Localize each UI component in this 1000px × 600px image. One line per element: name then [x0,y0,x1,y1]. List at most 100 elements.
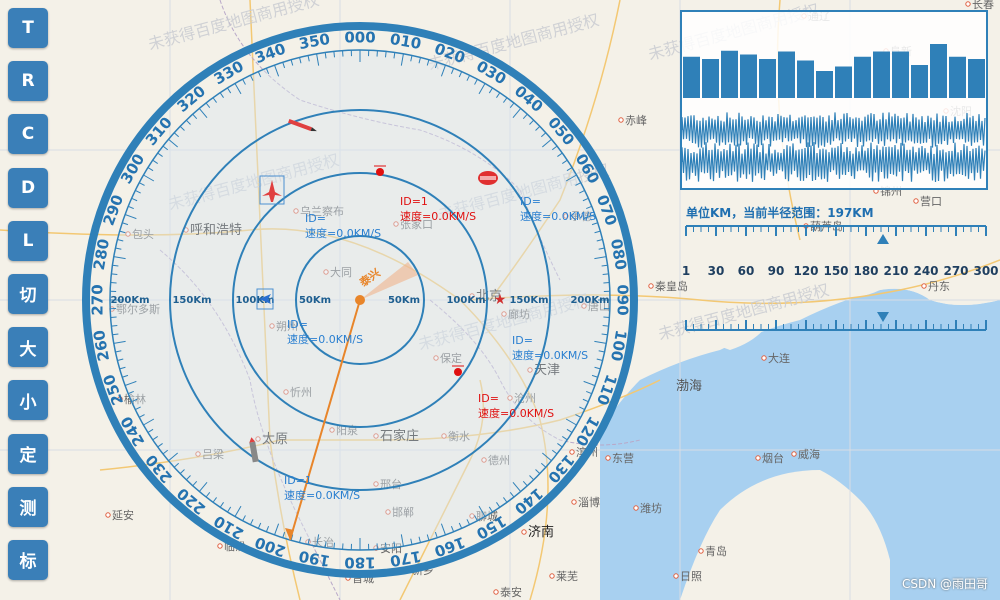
bearing-label: 090 [614,284,632,315]
city-label: 赤峰 [625,114,647,127]
scale-tick-label: 1 [682,264,690,278]
city-dot [105,512,111,518]
city-dot [791,451,797,457]
city-dot [569,449,575,455]
city-label: 莱芜 [556,569,578,583]
author-credit: CSDN @雨田哥 [901,577,988,591]
spectrum-bar [797,60,814,98]
signal-chart [681,44,986,182]
zoom-out-button[interactable]: 小 [8,380,48,421]
range-label: 150Km [172,295,211,306]
scale-ruler-top [685,225,987,244]
city-label: 济南 [528,524,554,540]
bearing-tick [111,325,118,327]
range-label: 200Km [570,295,609,306]
spectrum-bar [721,50,738,98]
target-speed: 速度=0.0KM/S [478,406,554,420]
t-button[interactable]: T [8,8,48,48]
spectrum-bar [740,54,757,98]
city-label: 延安 [112,508,134,522]
spectrum-bar [835,66,852,98]
tank-icon[interactable] [478,171,498,185]
city-label: 威海 [798,447,820,461]
c-button[interactable]: C [8,114,48,155]
range-label: 150Km [509,295,548,306]
spectrum-bar [759,59,776,98]
city-label: 青岛 [705,544,727,558]
city-label: 渤海 [676,378,702,394]
scale-tick-label: 150 [823,264,848,278]
r-button[interactable]: R [8,61,48,102]
measure-button[interactable]: 测 [8,486,48,527]
city-label: 潍坊 [640,501,662,515]
mark-button[interactable]: 标 [8,539,48,580]
spectrum-bar [778,51,795,98]
spectrum-bar [930,44,947,98]
city-dot [913,198,919,204]
sidebar-toolbar: TRCDL切大小定测标 [8,8,48,593]
target-speed: 速度=0.0KM/S [287,332,363,346]
target-speed: 速度=0.0KM/S [305,226,381,240]
d-button[interactable]: D [8,167,48,208]
spectrum-bar [911,65,928,98]
city-dot [965,1,971,7]
bearing-tick [602,273,609,275]
waveform [681,112,986,182]
range-label: 200Km [110,295,149,306]
range-label: 100Km [446,295,485,306]
spectrum-bar [816,71,833,98]
target-speed: 速度=0.0KM/S [512,348,588,362]
city-label: 大连 [768,351,790,365]
scale-tick-label: 30 [708,264,725,278]
radius-scale[interactable]: 1 30 60 90 120 150 180 210 240 270 300 [680,216,1000,340]
bearing-tick [602,325,609,327]
spectrum-bar [892,51,909,98]
city-dot [549,573,555,579]
switch-button[interactable]: 切 [8,273,48,314]
bearing-tick [111,273,118,275]
spectrum-bar [854,56,871,98]
city-dot [217,543,223,549]
bearing-tick [385,51,387,58]
city-label: 东营 [612,451,634,465]
scale-tick-label: 180 [853,264,878,278]
bearing-tick [333,51,335,58]
city-dot [521,529,527,535]
bearing-label: 180 [344,554,375,572]
target-id: ID= [520,195,541,208]
target-id: ID= [287,318,308,331]
signal-panel [680,10,988,190]
bearing-label: 000 [344,29,375,47]
target-speed: 速度=0.0KM/S [284,488,360,502]
target-speed: 速度=0.0KM/S [400,209,476,223]
spectrum-bar [873,51,890,98]
city-dot [698,548,704,554]
radar-center-point [355,295,365,305]
city-dot [493,589,499,595]
scale-tick-label: 300 [973,264,998,278]
bearing-tick [385,542,387,549]
l-button[interactable]: L [8,220,48,261]
target-id: ID= [512,334,533,347]
scale-tick-label: 270 [943,264,968,278]
zoom-in-button[interactable]: 大 [8,327,48,368]
city-dot [673,573,679,579]
scale-tick-label: 240 [913,264,938,278]
city-dot [761,355,767,361]
city-dot [633,505,639,511]
city-dot [571,499,577,505]
city-label: 日照 [680,570,702,583]
city-label: 营口 [920,194,942,208]
bar-spectrum [683,44,985,98]
city-label: 泰安 [500,585,522,599]
city-dot [618,117,624,123]
radius-slider-handle[interactable] [877,234,889,244]
locate-button[interactable]: 定 [8,433,48,474]
target-id: ID=1 [400,195,428,208]
city-label: 烟台 [762,451,784,465]
range-label: 50Km [388,295,420,306]
spectrum-bar [968,59,985,98]
waveform-line [681,112,986,148]
radius-slider-handle[interactable] [877,312,889,322]
city-dot [755,455,761,461]
